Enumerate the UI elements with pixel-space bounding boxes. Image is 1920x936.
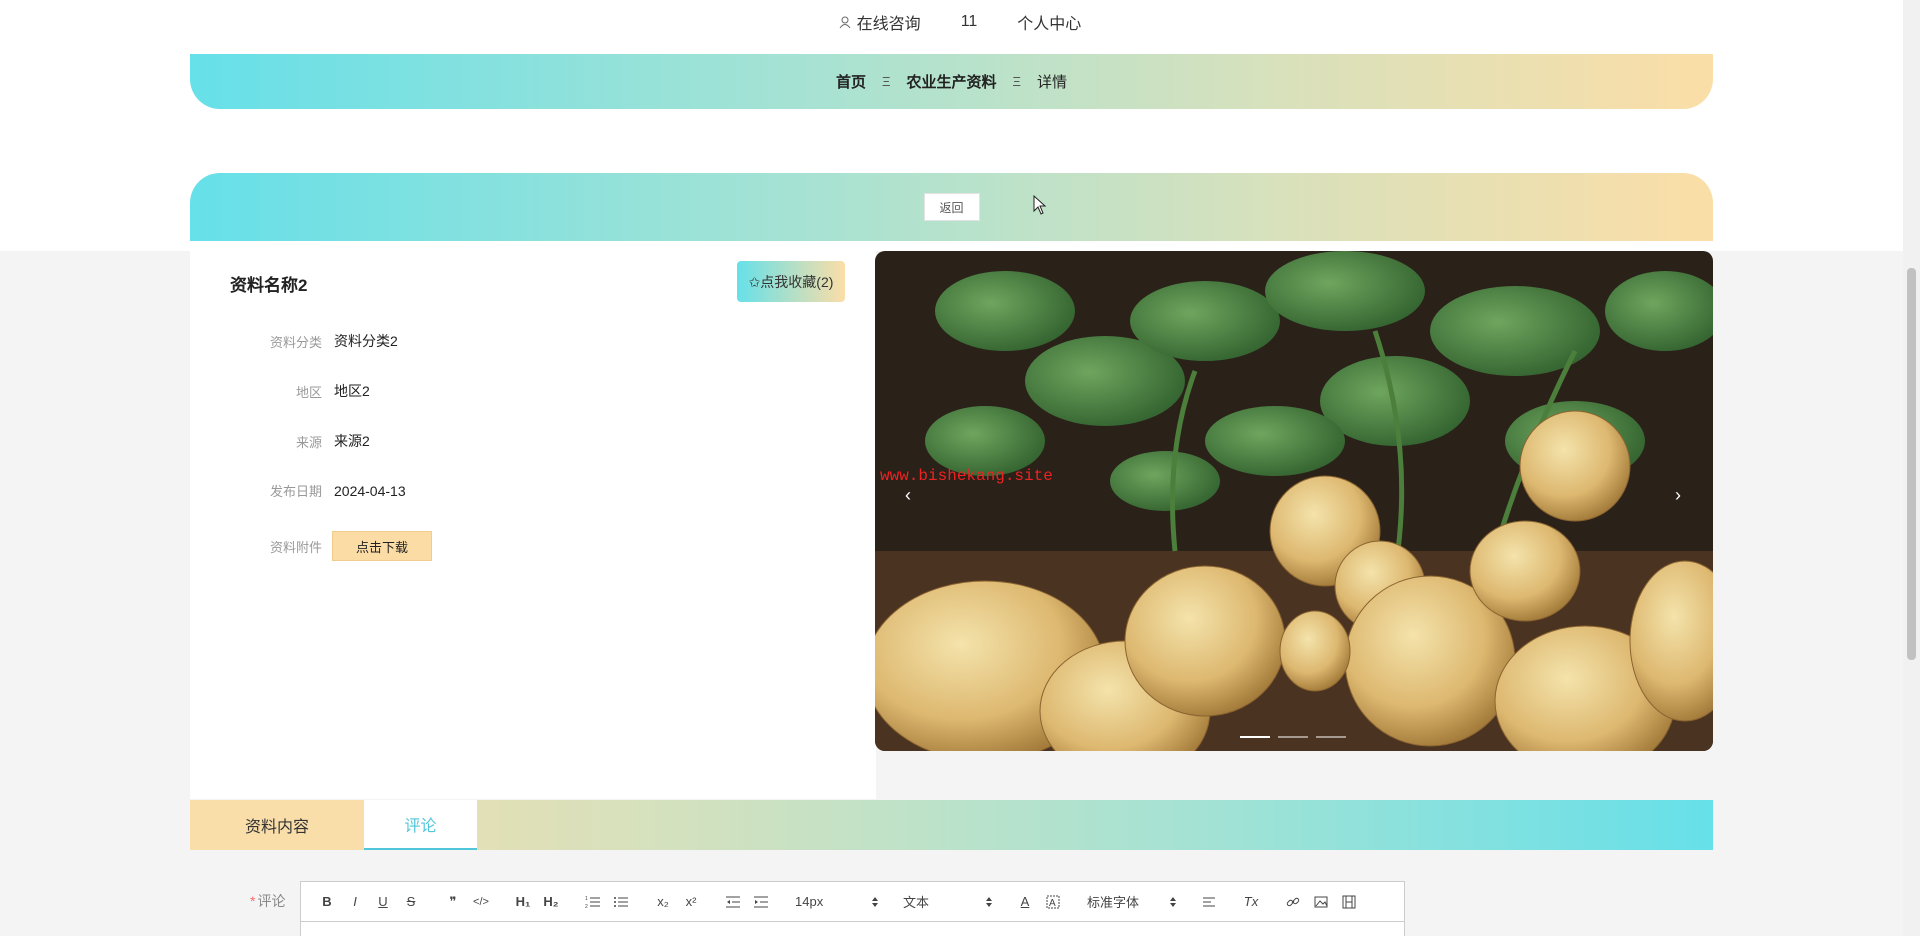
carousel-dot[interactable] — [1278, 736, 1308, 738]
scrollbar-thumb[interactable] — [1907, 268, 1916, 660]
carousel-dot[interactable] — [1240, 736, 1270, 738]
align-left-icon[interactable] — [1195, 890, 1223, 914]
back-bar: 返回 — [190, 173, 1713, 241]
ordered-list-icon[interactable]: 12 — [579, 890, 607, 914]
field-label: 发布日期 — [269, 484, 322, 499]
superscript-button[interactable]: x² — [677, 890, 705, 914]
outdent-icon[interactable] — [719, 890, 747, 914]
header2-button[interactable]: H₂ — [537, 890, 565, 914]
video-icon[interactable] — [1335, 890, 1363, 914]
field-value: 资料分类2 — [334, 333, 398, 349]
top-bar: 在线咨询 11 个人中心 — [0, 0, 1920, 44]
field-date: 发布日期 2024-04-13 — [190, 481, 406, 500]
field-label: 资料分类 — [269, 334, 322, 350]
comment-label: * 评论 — [250, 891, 285, 911]
field-value: 2024-04-13 — [334, 482, 406, 499]
image-carousel[interactable]: www.bishekang.site ‹ › — [875, 251, 1713, 751]
subscript-button[interactable]: x₂ — [649, 890, 677, 914]
tab-comment[interactable]: 评论 — [364, 800, 477, 850]
image-icon[interactable] — [1307, 890, 1335, 914]
mouse-cursor-icon — [1033, 195, 1047, 215]
username[interactable]: 11 — [961, 13, 978, 31]
field-label: 来源 — [295, 434, 322, 450]
blockquote-button[interactable]: ❞ — [439, 890, 467, 914]
breadcrumb-current: 详情 — [1036, 74, 1067, 91]
bullet-list-icon[interactable] — [607, 890, 635, 914]
carousel-prev-button[interactable]: ‹ — [905, 485, 911, 506]
field-category: 资料分类 资料分类2 — [190, 331, 398, 351]
favorite-button[interactable]: ✩点我收藏(2) — [737, 261, 845, 302]
rich-text-editor[interactable]: B I U S ❞ </> H₁ H₂ 12 x₂ x² 14px 文本 A A… — [300, 881, 1405, 936]
header1-button[interactable]: H₁ — [509, 890, 537, 914]
detail-panel: 资料名称2 ✩点我收藏(2) 资料分类 资料分类2 地区 地区2 来源 来源2 … — [190, 251, 876, 799]
clean-format-button[interactable]: Tx — [1237, 890, 1265, 914]
field-value: 地区2 — [334, 383, 370, 399]
link-icon[interactable] — [1279, 890, 1307, 914]
font-size-value: 14px — [795, 894, 824, 909]
strike-button[interactable]: S — [397, 890, 425, 914]
tab-content[interactable]: 资料内容 — [190, 800, 364, 850]
field-attachment: 资料附件 点击下载 — [190, 531, 432, 561]
page-title: 资料名称2 — [230, 276, 308, 295]
font-size-select[interactable]: 14px — [789, 890, 883, 914]
required-mark: * — [250, 893, 256, 909]
detail-tabs: 资料内容 评论 — [190, 800, 1713, 850]
indent-icon[interactable] — [747, 890, 775, 914]
paragraph-value: 文本 — [903, 895, 930, 910]
select-arrows-icon — [872, 896, 878, 907]
field-value: 来源2 — [334, 433, 370, 449]
carousel-next-button[interactable]: › — [1675, 485, 1681, 506]
online-consult-link[interactable]: 在线咨询 — [839, 10, 921, 34]
italic-button[interactable]: I — [341, 890, 369, 914]
breadcrumb-separator: Ξ — [1012, 74, 1021, 89]
carousel-dot[interactable] — [1316, 736, 1346, 738]
watermark-text: www.bishekang.site — [880, 467, 1053, 485]
user-icon — [839, 16, 851, 28]
field-label: 资料附件 — [269, 539, 322, 555]
bold-button[interactable]: B — [313, 890, 341, 914]
field-region: 地区 地区2 — [190, 381, 370, 401]
background-color-icon[interactable]: A — [1039, 890, 1067, 914]
select-arrows-icon — [1170, 896, 1176, 907]
font-color-button[interactable]: A — [1011, 890, 1039, 914]
online-consult-label: 在线咨询 — [856, 16, 921, 33]
field-source: 来源 来源2 — [190, 431, 370, 451]
carousel-indicators — [1240, 736, 1354, 738]
paragraph-select[interactable]: 文本 — [897, 890, 997, 914]
personal-center-link[interactable]: 个人中心 — [1017, 10, 1081, 34]
comment-label-text: 评论 — [257, 893, 286, 909]
field-label: 地区 — [295, 384, 322, 400]
font-family-select[interactable]: 标准字体 — [1081, 890, 1181, 914]
svg-text:A: A — [1049, 898, 1056, 909]
editor-toolbar: B I U S ❞ </> H₁ H₂ 12 x₂ x² 14px 文本 A A… — [301, 882, 1404, 922]
download-button[interactable]: 点击下载 — [332, 531, 432, 561]
underline-button[interactable]: U — [369, 890, 397, 914]
svg-text:1: 1 — [585, 896, 588, 902]
select-arrows-icon — [986, 896, 992, 907]
back-button[interactable]: 返回 — [923, 193, 980, 221]
breadcrumb-separator: Ξ — [882, 74, 891, 89]
breadcrumb-home[interactable]: 首页 — [836, 71, 866, 92]
code-block-button[interactable]: </> — [467, 890, 495, 914]
breadcrumb: 首页 Ξ 农业生产资料 Ξ 详情 — [190, 54, 1713, 109]
font-family-value: 标准字体 — [1087, 895, 1140, 910]
svg-text:2: 2 — [585, 904, 588, 909]
potato-image — [875, 251, 1713, 751]
breadcrumb-category[interactable]: 农业生产资料 — [906, 71, 996, 92]
